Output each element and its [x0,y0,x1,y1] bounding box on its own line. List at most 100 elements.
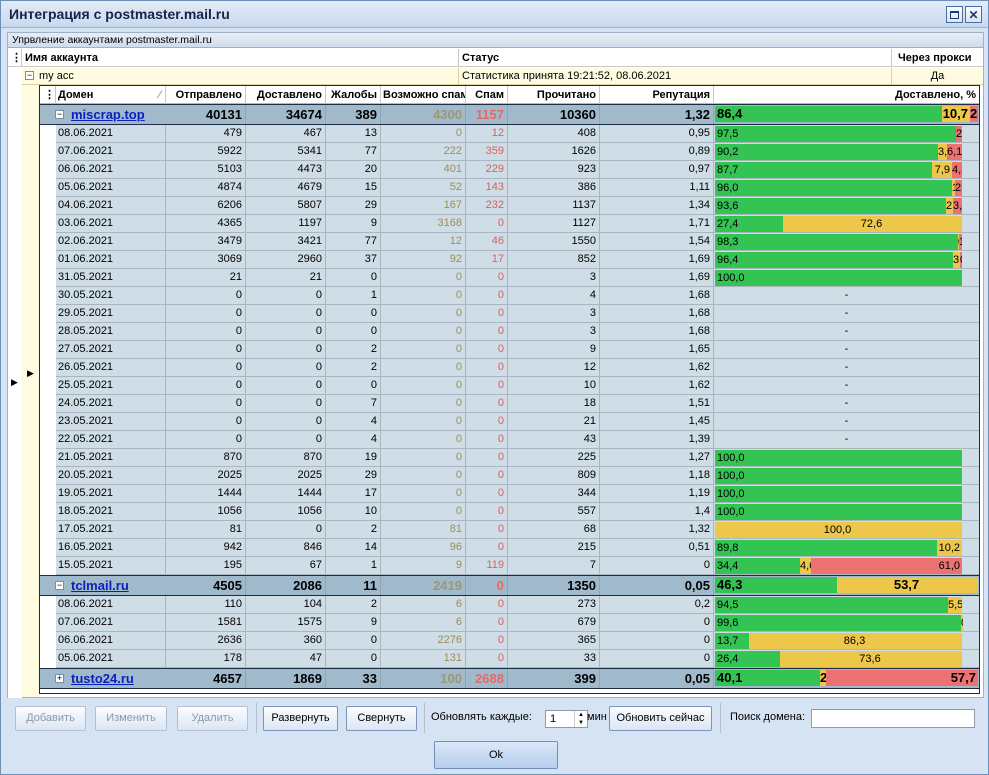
header-status[interactable]: Статус [459,49,892,67]
row-possible-spam: 0 [381,395,466,412]
daily-stats-row[interactable]: 06.06.2021 2636 360 0 2276 0 365 0 13,7 86,3 [56,632,979,650]
daily-stats-row[interactable]: 18.05.2021 1056 1056 10 0 0 557 1,4 100,0 [56,503,979,521]
close-button[interactable]: ✕ [965,6,982,23]
collapse-domain-icon[interactable]: − [55,110,64,119]
daily-stats-row[interactable]: 23.05.2021 0 0 4 0 0 21 1,45- [56,413,979,431]
daily-stats-row[interactable]: 05.06.20214874467915521433861,1196,01,12… [56,179,979,197]
row-delivered: 0 [246,395,326,412]
header-domain[interactable]: Домен ⁄ [56,86,166,104]
daily-stats-row[interactable]: 07.06.2021 5922 5341 77 222 359 1626 0,89 90,2 3,… [56,143,979,161]
daily-stats-row[interactable]: 24.05.2021 0 0 7 0 0 18 1,51- [56,395,979,413]
refresh-label: Обновлять каждые: [431,711,532,723]
window-title: Интеграция с postmaster.mail.ru [9,6,230,22]
daily-stats-row[interactable]: 25.05.2021 0 0 0 0 0 10 1,62- [56,377,979,395]
domain-group-row[interactable]: − miscrap.top 40131 34674 389 4300 1157 10360 1,… [40,104,979,125]
detail-indicator-strip: ▶ [22,85,39,697]
header-account-name[interactable]: Имя аккаунта [22,49,459,67]
column-chooser-icon[interactable]: ⋮ [8,49,22,67]
refresh-now-button[interactable]: Обновить сейчас [609,706,712,731]
delivery-bar: 89,8 10,2 [715,540,962,556]
refresh-interval-spinner[interactable]: 1 ▲ ▼ [545,710,588,728]
header-delivered-pct[interactable]: Доставлено, % [714,86,979,104]
domain-name-link[interactable]: miscrap.top [71,105,145,124]
expand-domain-icon[interactable]: + [55,674,64,683]
row-complaints: 7 [326,395,381,412]
header-possible-spam[interactable]: Возможно спам [381,86,466,104]
row-possible-spam: 167 [381,197,466,214]
row-delivered: 0 [246,431,326,448]
header-complaints[interactable]: Жалобы [326,86,381,104]
daily-stats-row[interactable]: 03.06.2021 4365 1197 9 3168 0 1127 1,71 27,4 72,6 [56,215,979,233]
daily-stats-row[interactable]: 29.05.2021 0 0 0 0 0 3 1,68- [56,305,979,323]
daily-stats-row[interactable]: 31.05.2021 21 21 0 0 0 3 1,69 100,0 [56,269,979,287]
daily-stats-row[interactable]: 06.06.2021 5103 4473 20 401 229 923 0,97 87,7 7,9… [56,161,979,179]
domain-group-row[interactable]: + tusto24.ru 4657 1869 33 100 2688 399 0,05 40,1 2… [40,668,979,689]
daily-stats-row[interactable]: 08.06.2021479467130124080,9597,52,5 [56,125,979,143]
daily-stats-row[interactable]: 07.06.202115811575960679099,60,4 [56,614,979,632]
row-read: 344 [508,485,600,502]
daily-stats-row[interactable]: 02.06.20213479342177124615501,5498,30,31… [56,233,979,251]
daily-stats-row[interactable]: 20.05.2021 2025 2025 29 0 0 809 1,18 100,0 [56,467,979,485]
daily-stats-row[interactable]: 01.06.2021306929603792178521,6996,43,00,… [56,251,979,269]
row-possible-spam: 12 [381,233,466,250]
daily-stats-row[interactable]: 15.05.202119567191197034,44,661,0 [56,557,979,575]
daily-stats-row[interactable]: 21.05.2021 870 870 19 0 0 225 1,27 100,0 [56,449,979,467]
collapse-account-icon[interactable]: − [25,71,34,80]
maximize-button[interactable] [946,6,963,23]
row-complaints: 0 [326,323,381,340]
spinner-arrows-icon[interactable]: ▲ ▼ [574,711,587,727]
domain-name-link[interactable]: tusto24.ru [71,669,134,688]
edit-button[interactable]: Изменить [95,706,167,731]
column-chooser-icon[interactable]: ⋮ [40,86,56,104]
daily-stats-row[interactable]: 05.06.2021 178 47 0 131 0 33 0 26,4 73,6 [56,650,979,668]
bar-segment-delivered: 13,7 [715,633,749,649]
row-possible-spam: 0 [381,341,466,358]
delivery-bar: 13,7 86,3 [715,633,962,649]
row-sent: 81 [166,521,246,538]
domain-search-input[interactable] [811,709,975,728]
header-sent[interactable]: Отправлено [166,86,246,104]
row-possible-spam: 0 [381,485,466,502]
row-spam: 0 [466,341,508,358]
row-delivered: 870 [246,449,326,466]
daily-stats-row[interactable]: 27.05.2021 0 0 2 0 0 9 1,65- [56,341,979,359]
header-spam[interactable]: Спам [466,86,508,104]
row-reputation: 0,97 [600,161,714,178]
row-spam: 17 [466,251,508,268]
row-complaints: 14 [326,539,381,556]
header-proxy[interactable]: Через прокси [892,49,983,67]
add-button[interactable]: Добавить [15,706,86,731]
expand-all-button[interactable]: Развернуть [263,706,338,731]
bar-segment-spam: 4,5 [952,162,962,178]
collapse-domain-icon[interactable]: − [55,581,64,590]
daily-stats-row[interactable]: 16.05.2021 942 846 14 96 0 215 0,51 89,8 10,2 [56,539,979,557]
row-complaints: 0 [326,269,381,286]
domains-body: − miscrap.top 40131 34674 389 4300 1157 10360 1,… [40,104,979,693]
row-delivered: 1197 [246,215,326,232]
bar-segment-delivered: 96,4 [715,252,953,268]
ok-button[interactable]: Ok [434,741,558,769]
daily-stats-row[interactable]: 30.05.2021 0 0 1 0 0 4 1,68- [56,287,979,305]
row-delivered: 0 [246,413,326,430]
domain-delivered: 2086 [246,576,326,595]
delete-button[interactable]: Удалить [177,706,248,731]
domain-group-row[interactable]: − tclmail.ru 4505 2086 11 2419 0 1350 0,05 46,3 53… [40,575,979,596]
domain-name-link[interactable]: tclmail.ru [71,576,129,595]
daily-stats-row[interactable]: 19.05.2021 1444 1444 17 0 0 344 1,19 100,0 [56,485,979,503]
daily-stats-row[interactable]: 26.05.2021 0 0 2 0 0 12 1,62- [56,359,979,377]
daily-stats-row[interactable]: 17.05.2021 81 0 2 81 0 68 1,32 100,0 [56,521,979,539]
daily-stats-row[interactable]: 08.06.2021 110 104 2 6 0 273 0,2 94,5 5,5 [56,596,979,614]
row-delivered: 0 [246,359,326,376]
header-reputation[interactable]: Репутация [600,86,714,104]
daily-stats-row[interactable]: 04.06.2021620658072916723211371,3493,62,… [56,197,979,215]
daily-stats-row[interactable]: 28.05.2021 0 0 0 0 0 3 1,68- [56,323,979,341]
header-delivered[interactable]: Доставлено [246,86,326,104]
row-date: 18.05.2021 [56,503,166,520]
row-date: 06.06.2021 [56,632,166,649]
collapse-all-button[interactable]: Свернуть [346,706,417,731]
header-read[interactable]: Прочитано [508,86,600,104]
row-complaints: 2 [326,521,381,538]
domain-read: 1350 [508,576,600,595]
account-row[interactable]: − my acc Статистика принята 19:21:52, 08… [22,68,983,85]
daily-stats-row[interactable]: 22.05.2021 0 0 4 0 0 43 1,39- [56,431,979,449]
